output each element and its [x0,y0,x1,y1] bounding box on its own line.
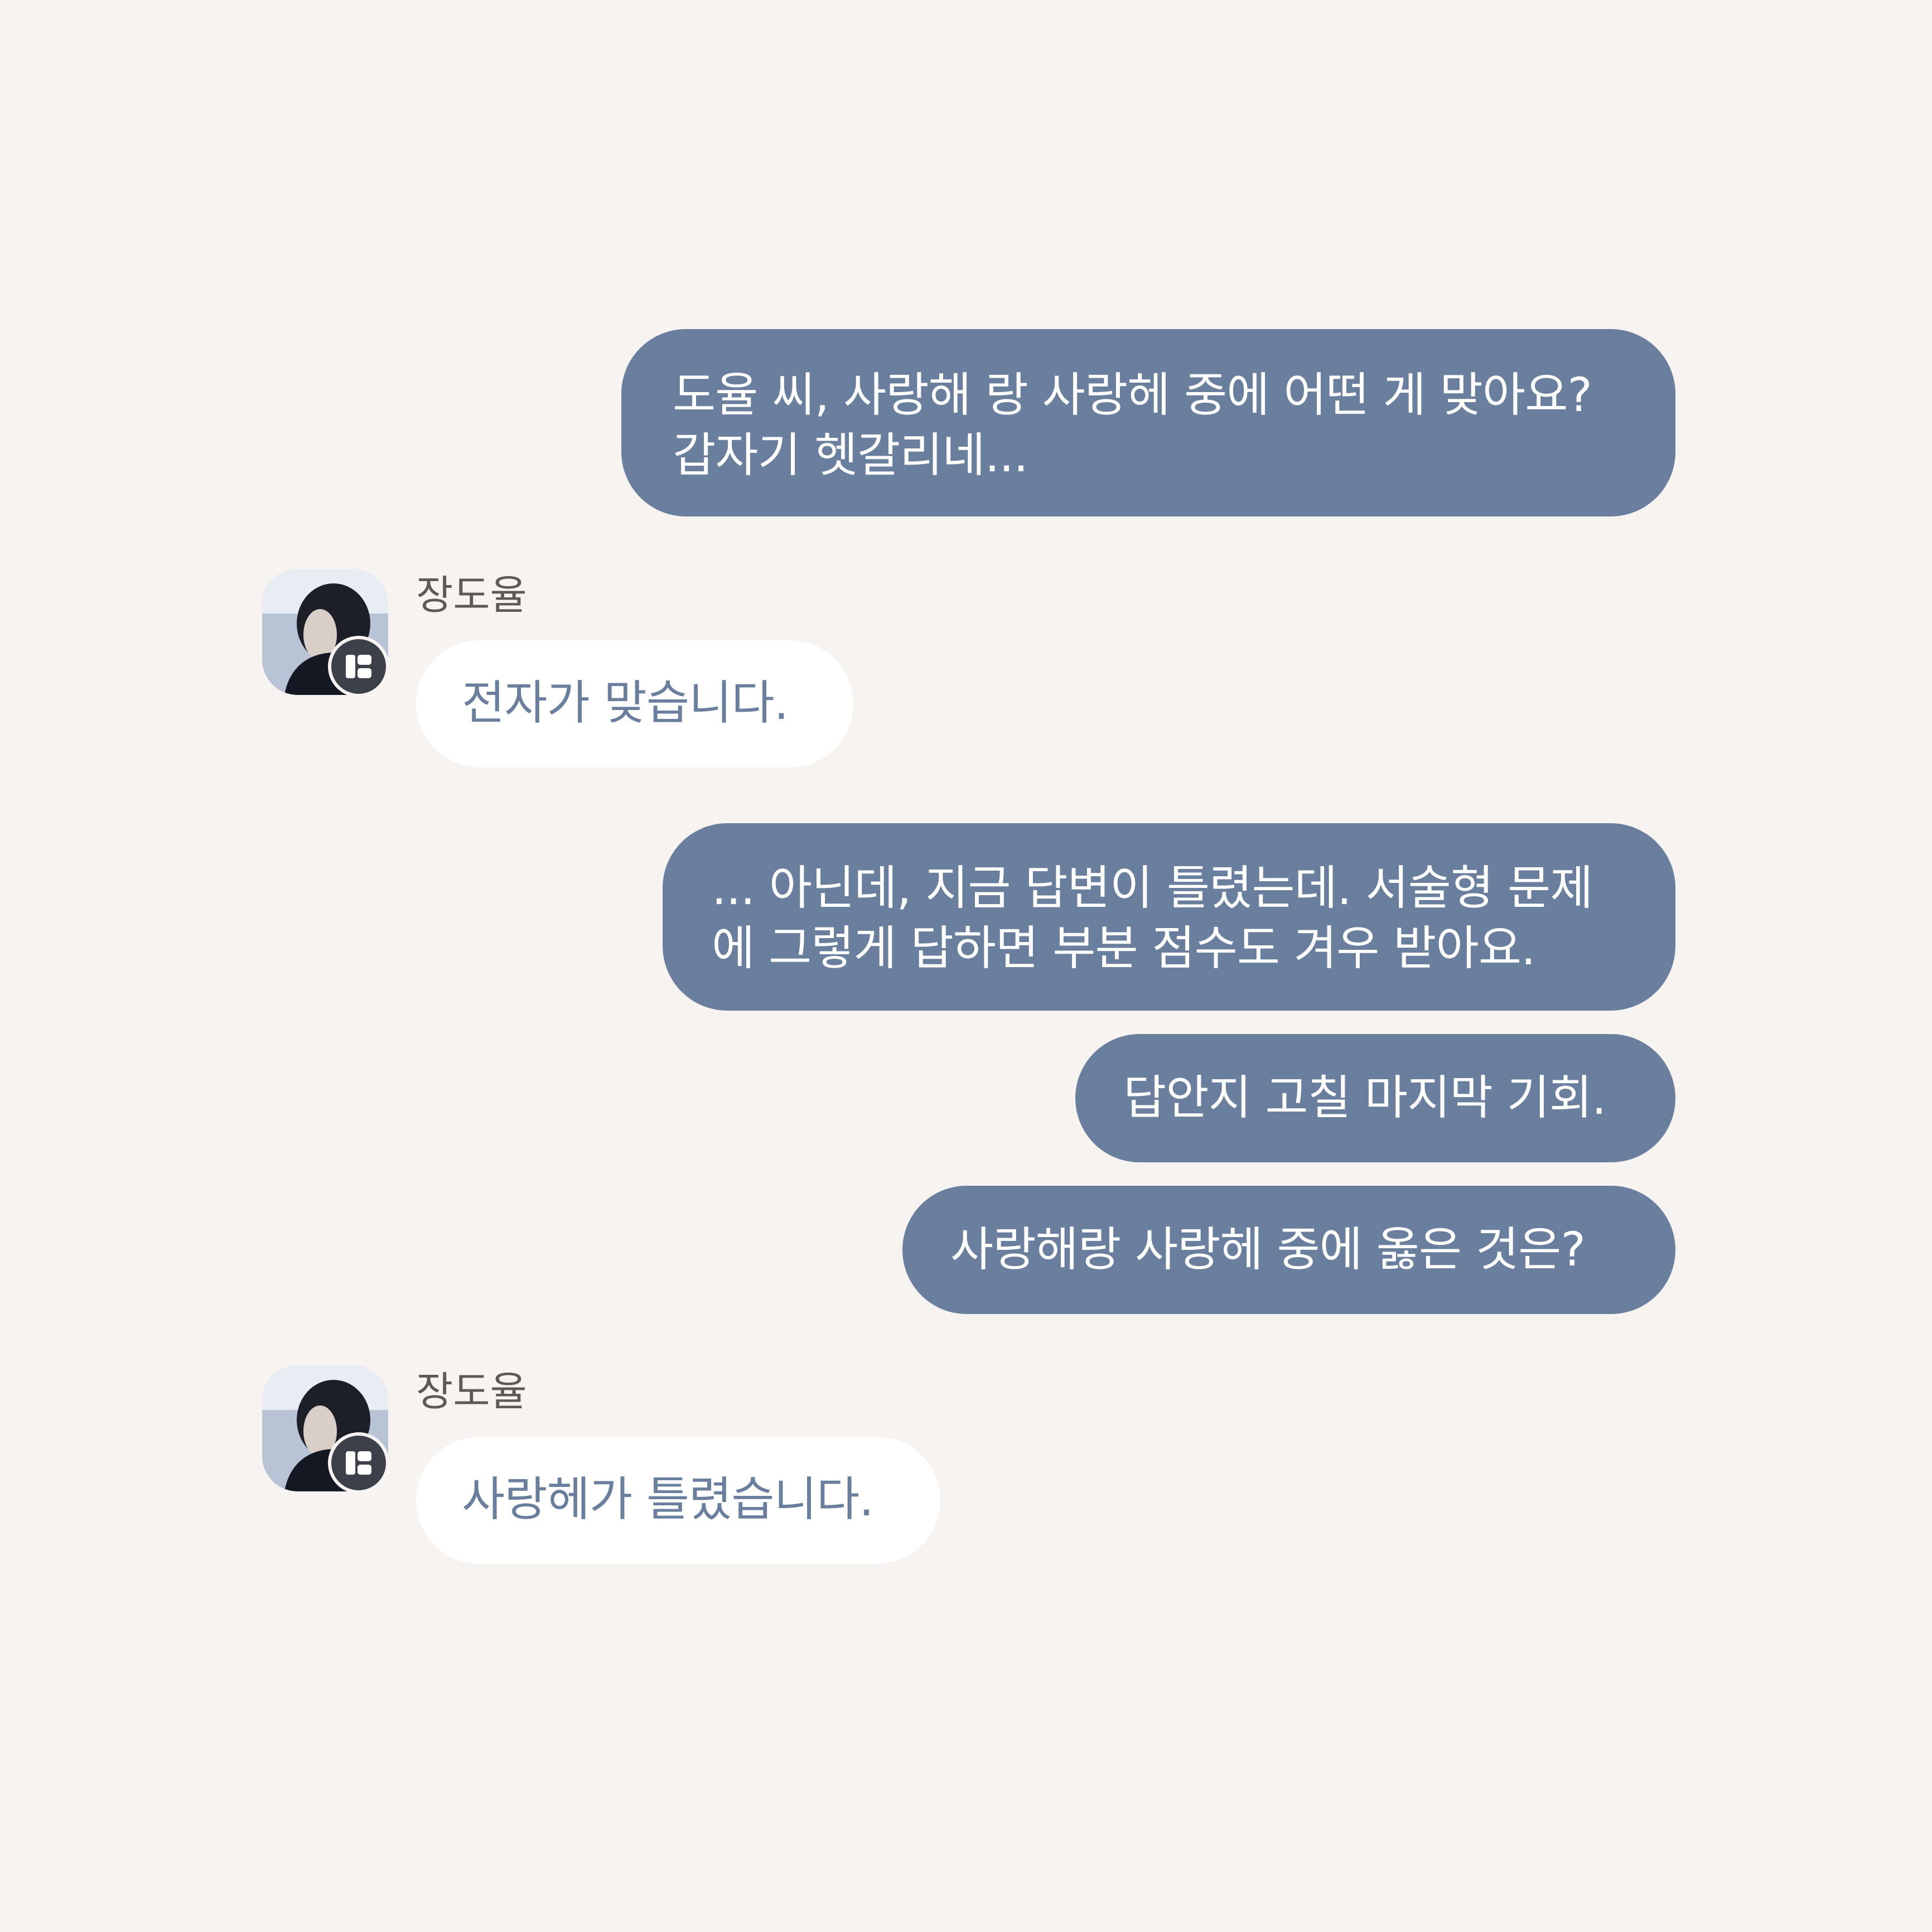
incoming-message[interactable]: 전자가 맞습니다. [416,640,853,767]
sender-name: 장도율 [416,1368,527,1415]
app-badge-icon [328,1432,389,1494]
chat-screen: { "messages": [ {"side": "out", "text": … [0,0,1932,1932]
outgoing-message[interactable]: 사랑해랑 사랑헤 중에 옳은 것은? [902,1186,1675,1314]
outgoing-message[interactable]: 답안지 고칠 마지막 기회. [1075,1034,1675,1162]
outgoing-message[interactable]: ... 아닌데, 지금 답변이 틀렸는데. 서술형 문제 에 그렇게 답하면 부… [663,823,1675,1011]
incoming-message[interactable]: 사랑헤가 틀렸습니다. [416,1437,940,1564]
outgoing-message[interactable]: 도율 씨, 사랑해 랑 사랑헤 중에 어떤 게 맞아요? 갑자기 헷갈리네... [621,329,1675,516]
sender-name: 장도율 [416,572,527,619]
app-badge-icon [328,636,389,697]
